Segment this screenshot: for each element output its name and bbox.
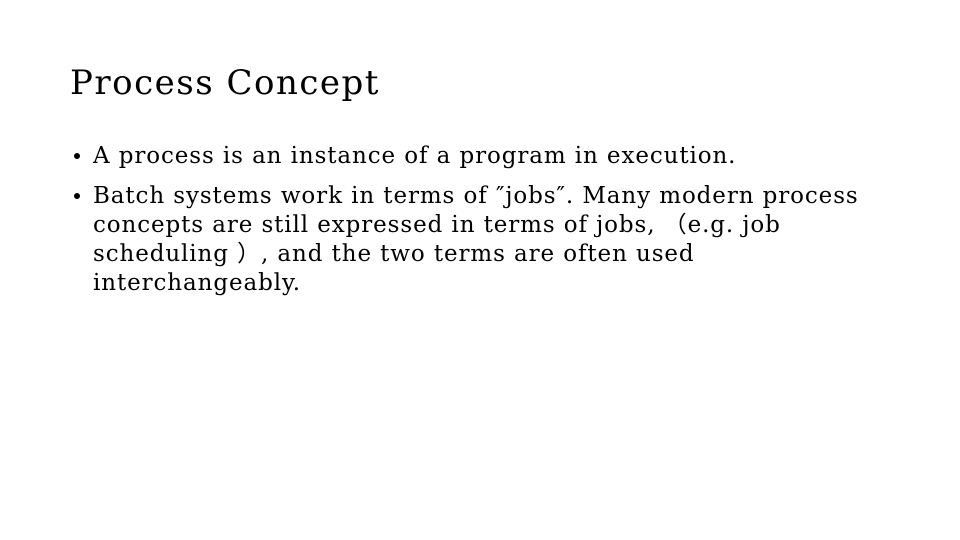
list-item-text: Batch systems work in terms of ″jobs″. M… (93, 183, 859, 296)
presentation-slide: Process Concept A process is an instance… (0, 0, 960, 540)
list-item: Batch systems work in terms of ″jobs″. M… (70, 182, 900, 298)
page-title: Process Concept (70, 63, 380, 103)
bullet-dot-icon (74, 193, 80, 199)
bullet-dot-icon (74, 153, 80, 159)
bullet-list: A process is an instance of a program in… (70, 142, 900, 298)
list-item-text: A process is an instance of a program in… (93, 143, 737, 169)
list-item: A process is an instance of a program in… (70, 142, 900, 171)
